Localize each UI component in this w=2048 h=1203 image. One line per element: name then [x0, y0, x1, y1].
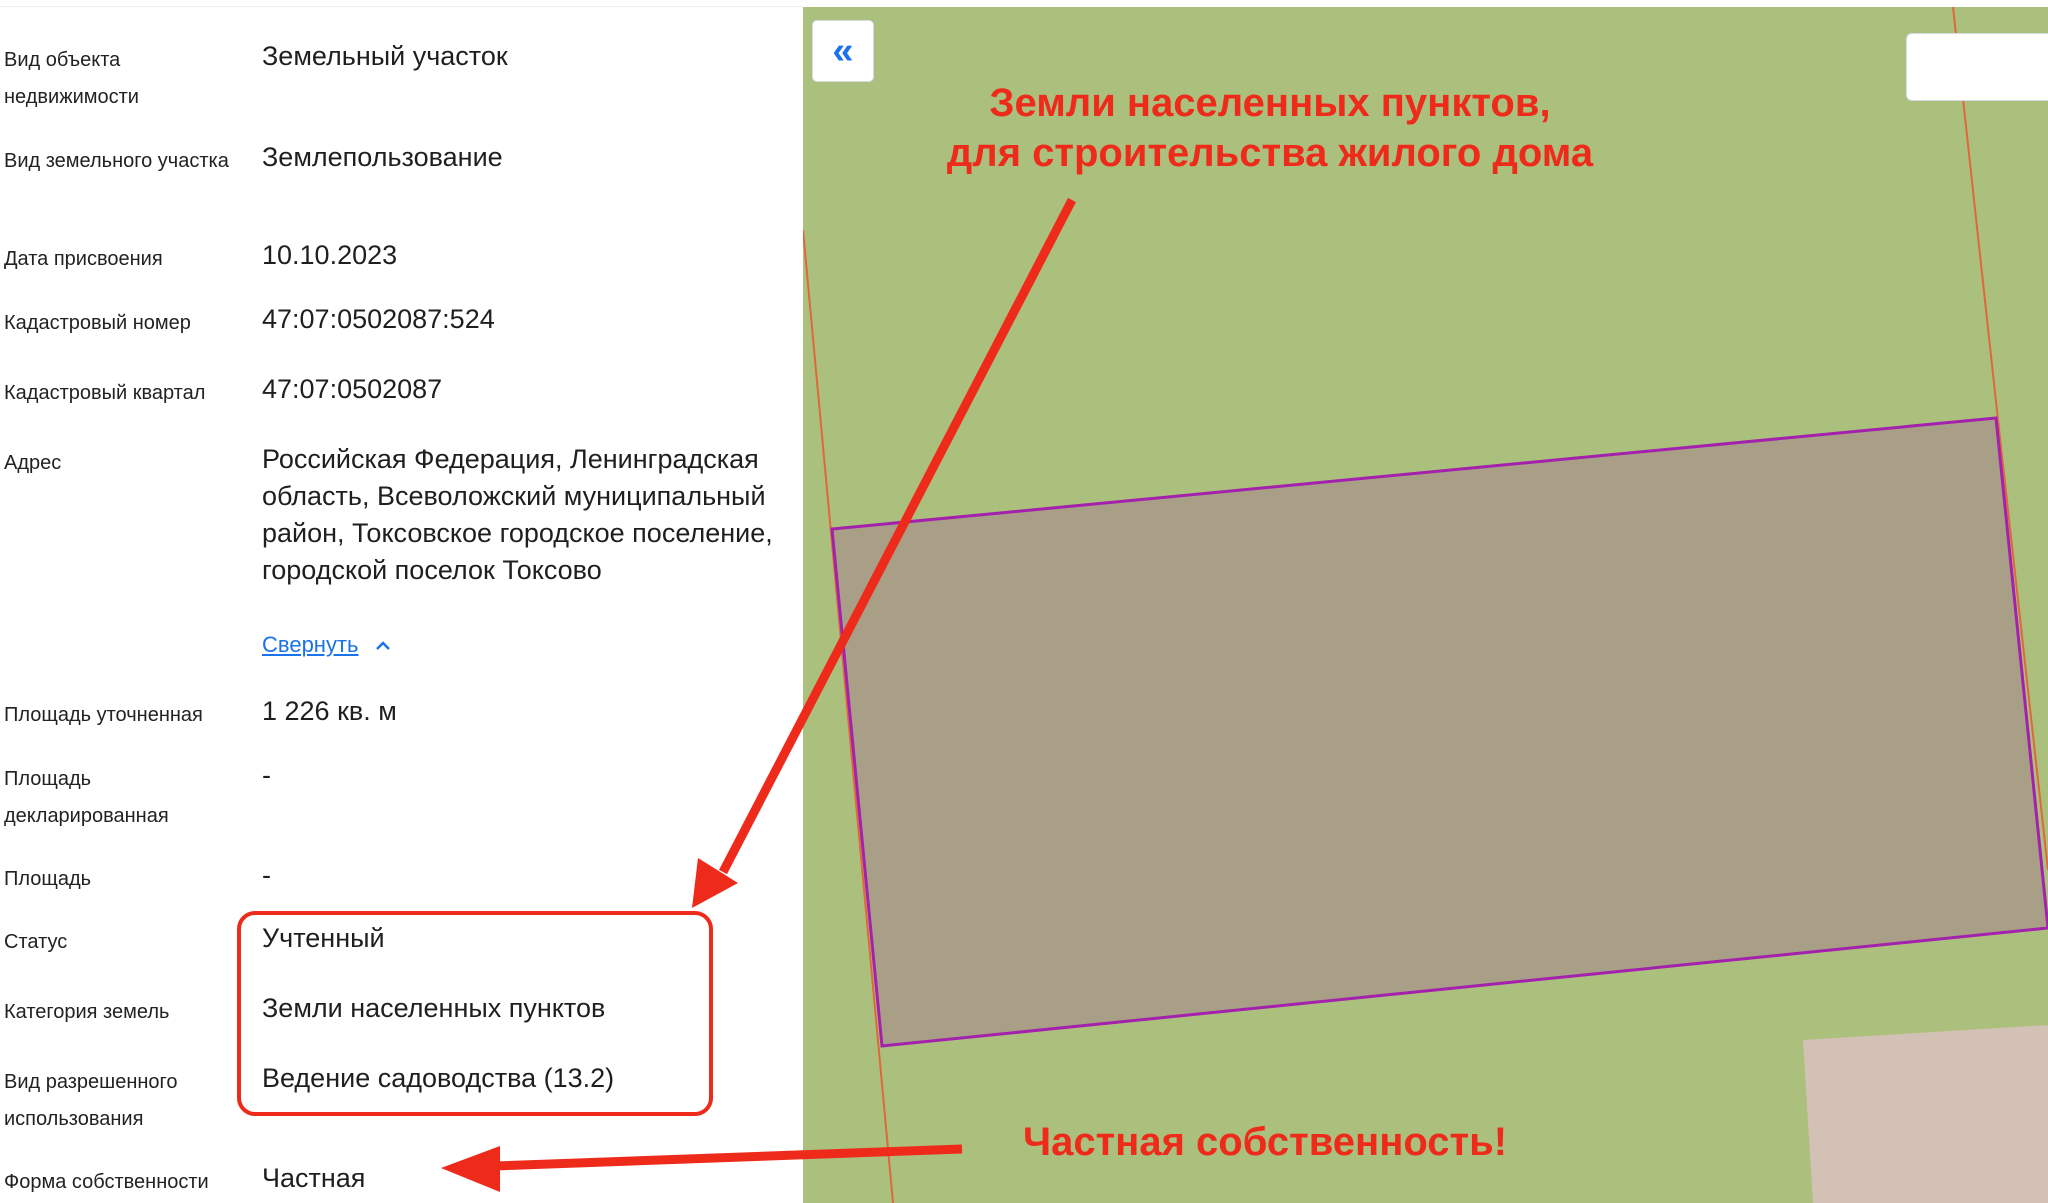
- detail-label: Площадь: [4, 868, 92, 890]
- detail-label: Площадь уточненная: [4, 704, 203, 726]
- map-control-button[interactable]: [1906, 33, 2048, 101]
- cadastral-map[interactable]: [803, 0, 2048, 1203]
- detail-label: Площадь декларированная: [4, 768, 169, 827]
- detail-label: Вид земельного участка: [4, 150, 229, 172]
- detail-value: Российская Федерация, Ленинградская обла…: [262, 444, 773, 585]
- detail-value: 47:07:0502087: [262, 374, 443, 404]
- detail-label: Категория земель: [4, 1001, 170, 1023]
- detail-value: Землепользование: [262, 142, 503, 172]
- annotation-private-ownership: Частная собственность!: [1022, 1120, 1508, 1164]
- land-parcel[interactable]: [830, 416, 2048, 1048]
- collapse-link-label: Свернуть: [262, 632, 359, 657]
- detail-value: 1 226 кв. м: [262, 696, 397, 726]
- top-divider: [0, 6, 803, 7]
- collapse-address-link[interactable]: Свернуть: [262, 632, 391, 658]
- annotation-land-category: Земли населенных пунктов, для строительс…: [890, 78, 1650, 178]
- double-chevron-left-icon: «: [832, 29, 854, 72]
- detail-label: Вид разрешенного использования: [4, 1071, 178, 1130]
- detail-label: Кадастровый номер: [4, 312, 191, 334]
- detail-label: Вид объекта недвижимости: [4, 49, 139, 108]
- highlight-box: [237, 911, 713, 1116]
- detail-label: Статус: [4, 931, 68, 953]
- detail-label: Кадастровый квартал: [4, 382, 206, 404]
- collapse-panel-button[interactable]: «: [812, 20, 874, 82]
- detail-label: Форма собственности: [4, 1171, 209, 1193]
- property-details-panel: Вид объекта недвижимости Земельный участ…: [0, 0, 803, 1203]
- detail-value: 47:07:0502087:524: [262, 304, 495, 334]
- detail-label: Дата присвоения: [4, 248, 163, 270]
- map-layer: [803, 6, 2048, 1203]
- detail-value: 10.10.2023: [262, 240, 398, 270]
- map-top-gap: [803, 0, 2048, 7]
- chevron-up-icon: [375, 632, 391, 658]
- annotation-line: для строительства жилого дома: [946, 131, 1594, 175]
- detail-value: Земельный участок: [262, 41, 508, 71]
- neighbor-parcel: [1803, 1025, 2048, 1203]
- detail-label: Адрес: [4, 452, 62, 474]
- detail-value: Частная: [262, 1163, 366, 1193]
- detail-value: -: [262, 760, 271, 790]
- annotation-line: Земли населенных пунктов,: [989, 81, 1551, 125]
- detail-value: -: [262, 860, 271, 890]
